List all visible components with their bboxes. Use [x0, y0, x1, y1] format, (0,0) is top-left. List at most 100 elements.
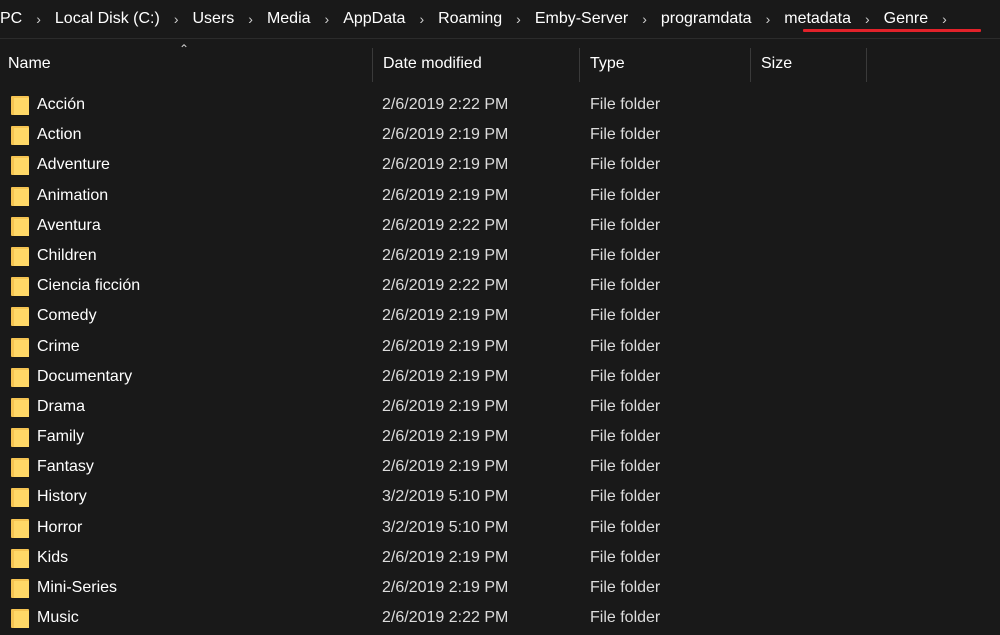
- chevron-right-icon[interactable]: ›: [755, 0, 782, 38]
- column-divider[interactable]: [579, 48, 580, 82]
- chevron-right-icon[interactable]: ›: [631, 0, 658, 38]
- breadcrumb-item-metadata[interactable]: metadata: [781, 0, 854, 38]
- file-name[interactable]: Ciencia ficción: [37, 271, 140, 301]
- chevron-right-icon[interactable]: ›: [25, 0, 52, 38]
- chevron-right-icon[interactable]: ›: [237, 0, 264, 38]
- file-name[interactable]: History: [37, 482, 87, 512]
- file-row[interactable]: Documentary 2/6/2019 2:19 PM File folder: [0, 362, 1000, 392]
- file-type: File folder: [590, 548, 661, 566]
- file-date-modified: 2/6/2019 2:19 PM: [382, 428, 509, 446]
- chevron-right-icon[interactable]: ›: [854, 0, 881, 38]
- breadcrumb-item-programdata[interactable]: programdata: [658, 0, 755, 38]
- folder-icon: [11, 609, 29, 629]
- breadcrumb-item-users[interactable]: Users: [189, 0, 237, 38]
- chevron-right-icon[interactable]: ›: [408, 0, 435, 38]
- file-row[interactable]: Horror 3/2/2019 5:10 PM File folder: [0, 513, 1000, 543]
- folder-icon: [11, 458, 29, 478]
- file-date-modified: 2/6/2019 2:19 PM: [382, 367, 509, 385]
- folder-icon: [11, 96, 29, 115]
- file-type: File folder: [590, 609, 661, 627]
- file-type: File folder: [590, 367, 661, 385]
- file-row[interactable]: Children 2/6/2019 2:19 PM File folder: [0, 241, 1000, 271]
- file-name[interactable]: Comedy: [37, 301, 97, 331]
- column-header-type[interactable]: Type: [590, 44, 625, 84]
- column-header-size[interactable]: Size: [761, 44, 792, 84]
- file-name[interactable]: Crime: [37, 332, 80, 362]
- file-date-modified: 2/6/2019 2:19 PM: [382, 307, 509, 325]
- file-name[interactable]: Mini-Series: [37, 573, 117, 603]
- file-type: File folder: [590, 428, 661, 446]
- breadcrumb-item-genre[interactable]: Genre: [881, 0, 931, 38]
- breadcrumb-item-appdata[interactable]: AppData: [340, 0, 408, 38]
- file-name[interactable]: Documentary: [37, 362, 132, 392]
- breadcrumb-item-pc[interactable]: PC: [0, 0, 25, 38]
- breadcrumb-item-local-disk[interactable]: Local Disk (C:): [52, 0, 163, 38]
- chevron-right-icon[interactable]: ›: [314, 0, 341, 38]
- file-name[interactable]: Kids: [37, 543, 68, 573]
- file-row[interactable]: Kids 2/6/2019 2:19 PM File folder: [0, 543, 1000, 573]
- breadcrumb-item-emby-server[interactable]: Emby-Server: [532, 0, 631, 38]
- chevron-right-icon[interactable]: ›: [163, 0, 190, 38]
- folder-icon: [11, 216, 29, 236]
- column-divider[interactable]: [750, 48, 751, 82]
- file-row[interactable]: Action 2/6/2019 2:19 PM File folder: [0, 120, 1000, 150]
- file-date-modified: 2/6/2019 2:19 PM: [382, 126, 509, 144]
- file-date-modified: 2/6/2019 2:19 PM: [382, 579, 509, 596]
- file-name[interactable]: Music: [37, 603, 79, 633]
- file-row[interactable]: Drama 2/6/2019 2:19 PM File folder: [0, 392, 1000, 422]
- file-date-modified: 2/6/2019 2:22 PM: [382, 609, 509, 627]
- folder-icon: [11, 126, 29, 146]
- file-type: File folder: [590, 397, 661, 415]
- column-header-name[interactable]: Name: [8, 44, 51, 84]
- folder-icon: [11, 367, 29, 387]
- file-row[interactable]: Comedy 2/6/2019 2:19 PM File folder: [0, 301, 1000, 331]
- file-name[interactable]: Children: [37, 241, 97, 271]
- file-name[interactable]: Family: [37, 422, 84, 452]
- file-name[interactable]: Animation: [37, 181, 108, 211]
- folder-icon: [11, 428, 29, 448]
- file-row[interactable]: Animation 2/6/2019 2:19 PM File folder: [0, 181, 1000, 211]
- file-name[interactable]: Adventure: [37, 150, 110, 180]
- file-type: File folder: [590, 337, 661, 355]
- file-name[interactable]: Acción: [37, 90, 85, 120]
- column-divider[interactable]: [372, 48, 373, 82]
- file-row[interactable]: Fantasy 2/6/2019 2:19 PM File folder: [0, 452, 1000, 482]
- breadcrumb-item-roaming[interactable]: Roaming: [435, 0, 505, 38]
- file-type: File folder: [590, 96, 661, 113]
- file-date-modified: 2/6/2019 2:19 PM: [382, 156, 509, 174]
- address-bar[interactable]: PC › Local Disk (C:) › Users › Media › A…: [0, 0, 1000, 39]
- file-row[interactable]: Crime 2/6/2019 2:19 PM File folder: [0, 332, 1000, 362]
- file-row[interactable]: Adventure 2/6/2019 2:19 PM File folder: [0, 150, 1000, 180]
- file-name[interactable]: Fantasy: [37, 452, 94, 482]
- file-row[interactable]: Family 2/6/2019 2:19 PM File folder: [0, 422, 1000, 452]
- chevron-right-icon[interactable]: ›: [931, 0, 958, 38]
- folder-icon: [11, 548, 29, 568]
- breadcrumb-item-media[interactable]: Media: [264, 0, 314, 38]
- folder-icon: [11, 307, 29, 327]
- column-divider[interactable]: [866, 48, 867, 82]
- file-name[interactable]: Horror: [37, 513, 82, 543]
- file-date-modified: 2/6/2019 2:19 PM: [382, 246, 509, 264]
- folder-icon: [11, 397, 29, 417]
- file-row[interactable]: Ciencia ficción 2/6/2019 2:22 PM File fold…: [0, 271, 1000, 301]
- folder-icon: [11, 579, 29, 598]
- column-header-date-modified[interactable]: Date modified: [383, 44, 482, 84]
- file-date-modified: 2/6/2019 2:22 PM: [382, 96, 509, 113]
- chevron-right-icon[interactable]: ›: [505, 0, 532, 38]
- file-name[interactable]: Drama: [37, 392, 85, 422]
- file-type: File folder: [590, 156, 661, 174]
- file-row[interactable]: Aventura 2/6/2019 2:22 PM File folder: [0, 211, 1000, 241]
- file-name[interactable]: Action: [37, 120, 81, 150]
- file-row[interactable]: Music 2/6/2019 2:22 PM File folder: [0, 603, 1000, 633]
- file-name[interactable]: Aventura: [37, 211, 101, 241]
- folder-icon: [11, 337, 29, 357]
- file-type: File folder: [590, 488, 661, 506]
- file-row[interactable]: Mini-Series 2/6/2019 2:19 PM File folder: [0, 573, 1000, 603]
- file-date-modified: 2/6/2019 2:19 PM: [382, 458, 509, 476]
- file-row[interactable]: History 3/2/2019 5:10 PM File folder: [0, 482, 1000, 512]
- file-row[interactable]: Acción 2/6/2019 2:22 PM File folder: [0, 90, 1000, 120]
- file-date-modified: 2/6/2019 2:19 PM: [382, 337, 509, 355]
- sort-ascending-icon: ⌃: [179, 42, 190, 56]
- file-date-modified: 2/6/2019 2:19 PM: [382, 548, 509, 566]
- column-header: ⌃ Name Date modified Type Size: [0, 42, 1000, 84]
